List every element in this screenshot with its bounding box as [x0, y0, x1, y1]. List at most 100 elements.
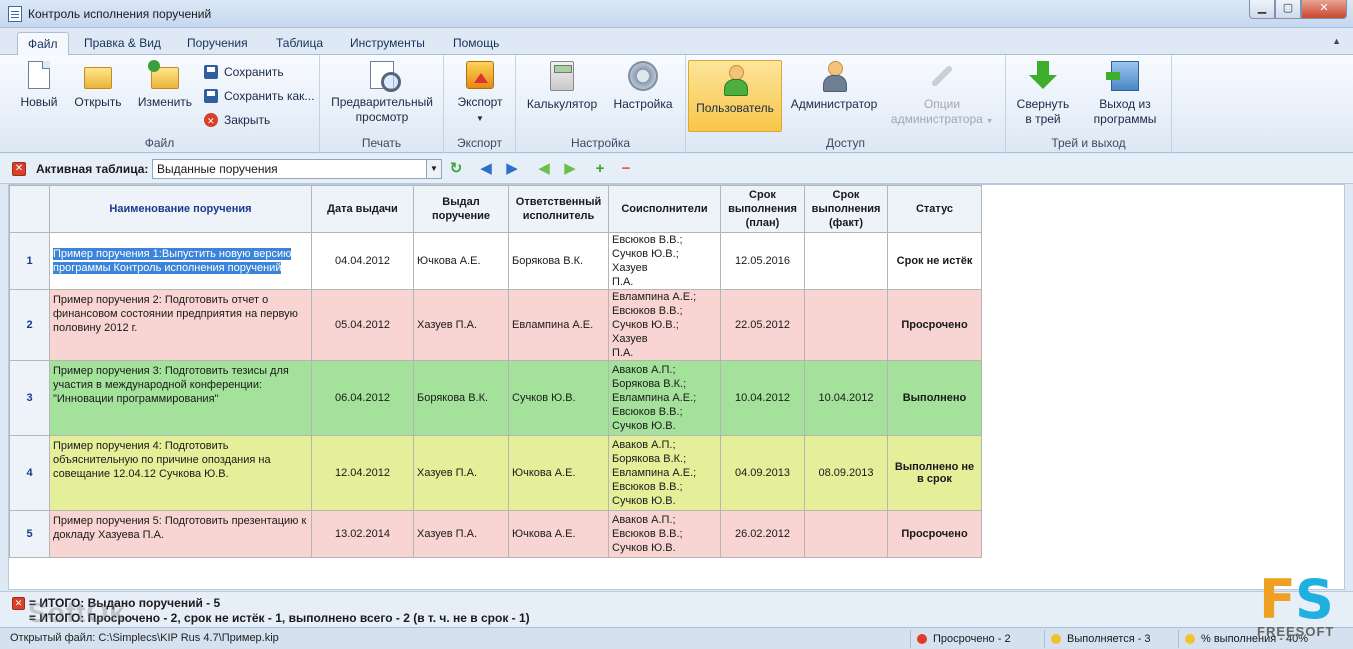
cell-deadline-fact[interactable]	[804, 510, 888, 558]
header-coexecutors[interactable]: Соисполнители	[608, 185, 721, 233]
cell-responsible[interactable]: Сучков Ю.В.	[508, 360, 609, 436]
cell-deadline-fact[interactable]: 10.04.2012	[804, 360, 888, 436]
maximize-button[interactable]: ▢	[1275, 0, 1301, 19]
header-name[interactable]: Наименование поручения	[49, 185, 312, 233]
save-as-button[interactable]: Сохранить как...	[204, 87, 314, 105]
close-file-button[interactable]: Закрыть	[204, 111, 270, 130]
header-deadline-fact[interactable]: Срок выполнения (факт)	[804, 185, 888, 233]
remove-row-icon[interactable]: −	[618, 161, 634, 177]
green-arrow-left-icon[interactable]: ◀	[536, 161, 552, 177]
print-preview-button[interactable]: Предварительный просмотр	[328, 61, 436, 125]
arrow-right-icon[interactable]: ▶	[504, 161, 520, 177]
row-number[interactable]: 2	[9, 289, 50, 361]
status-overdue-label: Просрочено - 2	[933, 633, 1011, 645]
exit-button[interactable]: Выход из программы	[1082, 61, 1168, 127]
table-row[interactable]: 3 Пример поручения 3: Подготовить тезисы…	[9, 360, 982, 436]
cell-deadline-plan[interactable]: 04.09.2013	[720, 435, 805, 511]
save-button[interactable]: Сохранить	[204, 63, 284, 81]
collapse-ribbon-icon[interactable]: ▲	[1332, 36, 1341, 46]
cell-name[interactable]: Пример поручения 2: Подготовить отчет о …	[49, 289, 312, 361]
refresh-icon[interactable]: ↻	[448, 161, 464, 177]
header-status[interactable]: Статус	[887, 185, 982, 233]
cell-status[interactable]: Выполнено не в срок	[887, 435, 982, 511]
cell-coexecutors[interactable]: Евсюков В.В.; Сучков Ю.В.; Хазуев П.А.	[608, 232, 721, 290]
group-file: Новый Открыть Изменить Сохранить Сохрани…	[0, 55, 320, 153]
wrench-icon	[927, 61, 957, 91]
header-responsible[interactable]: Ответственный исполнитель	[508, 185, 609, 233]
cell-deadline-plan[interactable]: 10.04.2012	[720, 360, 805, 436]
cell-deadline-fact[interactable]	[804, 232, 888, 290]
cell-responsible[interactable]: Евлампина А.Е.	[508, 289, 609, 361]
close-table-icon[interactable]: ✕	[12, 162, 26, 176]
row-number[interactable]: 5	[9, 510, 50, 558]
tab-table[interactable]: Таблица	[266, 32, 333, 55]
green-arrow-right-icon[interactable]: ▶	[562, 161, 578, 177]
cell-deadline-plan[interactable]: 12.05.2016	[720, 232, 805, 290]
arrow-left-icon[interactable]: ◀	[478, 161, 494, 177]
cell-issued-by[interactable]: Борякова В.К.	[413, 360, 509, 436]
chevron-down-icon[interactable]: ▼	[426, 160, 441, 178]
header-deadline-plan[interactable]: Срок выполнения (план)	[720, 185, 805, 233]
cell-issue-date[interactable]: 05.04.2012	[311, 289, 414, 361]
cell-status[interactable]: Просрочено	[887, 289, 982, 361]
table-row[interactable]: 1 Пример поручения 1:Выпустить новую вер…	[9, 232, 982, 290]
cell-responsible[interactable]: Ючкова А.Е.	[508, 435, 609, 511]
row-number[interactable]: 1	[9, 232, 50, 290]
cell-coexecutors[interactable]: Евлампина А.Е.; Евсюков В.В.; Сучков Ю.В…	[608, 289, 721, 361]
edit-button[interactable]: Изменить	[132, 60, 198, 110]
tab-help[interactable]: Помощь	[443, 32, 509, 55]
cell-status[interactable]: Выполнено	[887, 360, 982, 436]
cell-status[interactable]: Срок не истёк	[887, 232, 982, 290]
table-row[interactable]: 5 Пример поручения 5: Подготовить презен…	[9, 510, 982, 558]
cell-name[interactable]: Пример поручения 5: Подготовить презента…	[49, 510, 312, 558]
cell-deadline-plan[interactable]: 22.05.2012	[720, 289, 805, 361]
cell-status[interactable]: Просрочено	[887, 510, 982, 558]
settings-button[interactable]: Настройка	[608, 61, 678, 112]
header-issue-date[interactable]: Дата выдачи	[311, 185, 414, 233]
table-row[interactable]: 2 Пример поручения 2: Подготовить отчет …	[9, 289, 982, 361]
minimize-button[interactable]: ▁	[1249, 0, 1275, 19]
row-number[interactable]: 4	[9, 435, 50, 511]
cell-name[interactable]: Пример поручения 4: Подготовить объяснит…	[49, 435, 312, 511]
cell-coexecutors[interactable]: Аваков А.П.; Борякова В.К.; Евлампина А.…	[608, 435, 721, 511]
tab-assignments[interactable]: Поручения	[177, 32, 258, 55]
cell-responsible[interactable]: Ючкова А.Е.	[508, 510, 609, 558]
cell-issued-by[interactable]: Хазуев П.А.	[413, 510, 509, 558]
cell-responsible[interactable]: Борякова В.К.	[508, 232, 609, 290]
cell-deadline-fact[interactable]	[804, 289, 888, 361]
cell-issue-date[interactable]: 13.02.2014	[311, 510, 414, 558]
cell-issue-date[interactable]: 06.04.2012	[311, 360, 414, 436]
cell-deadline-fact[interactable]: 08.09.2013	[804, 435, 888, 511]
row-number[interactable]: 3	[9, 360, 50, 436]
cell-coexecutors[interactable]: Аваков А.П.; Евсюков В.В.; Сучков Ю.В.	[608, 510, 721, 558]
add-row-icon[interactable]: +	[592, 161, 608, 177]
name-line: Пример поручения 5: Подготовить презента…	[53, 515, 307, 527]
tab-edit-view[interactable]: Правка & Вид	[74, 32, 171, 55]
admin-options-button[interactable]: Опции администратора ▼	[888, 61, 996, 129]
cell-issued-by[interactable]: Хазуев П.А.	[413, 289, 509, 361]
cell-coexecutors[interactable]: Аваков А.П.; Борякова В.К.; Евлампина А.…	[608, 360, 721, 436]
cell-name[interactable]: Пример поручения 3: Подготовить тезисы д…	[49, 360, 312, 436]
cell-issued-by[interactable]: Хазуев П.А.	[413, 435, 509, 511]
cell-issue-date[interactable]: 04.04.2012	[311, 232, 414, 290]
cell-name[interactable]: Пример поручения 1:Выпустить новую верси…	[49, 232, 312, 290]
calculator-button[interactable]: Калькулятор	[522, 61, 602, 112]
table-row[interactable]: 4 Пример поручения 4: Подготовить объясн…	[9, 435, 982, 511]
admin-button[interactable]: Администратор	[788, 61, 880, 112]
close-totals-icon[interactable]: ✕	[12, 597, 25, 610]
cell-deadline-plan[interactable]: 26.02.2012	[720, 510, 805, 558]
active-table-bar: ✕ Активная таблица: Выданные поручения ▼…	[0, 154, 1353, 184]
name-line: "Инновации программирования"	[53, 393, 219, 405]
header-issued-by[interactable]: Выдал поручение	[413, 185, 509, 233]
new-button[interactable]: Новый	[14, 61, 64, 110]
cell-issued-by[interactable]: Ючкова А.Е.	[413, 232, 509, 290]
tab-tools[interactable]: Инструменты	[340, 32, 435, 55]
user-button[interactable]: Пользователь	[688, 60, 782, 132]
cell-issue-date[interactable]: 12.04.2012	[311, 435, 414, 511]
export-button[interactable]: Экспорт ▼	[450, 61, 510, 126]
tab-file[interactable]: Файл	[17, 32, 69, 56]
open-button[interactable]: Открыть	[70, 61, 126, 110]
active-table-select[interactable]: Выданные поручения ▼	[152, 159, 442, 179]
close-button[interactable]: ✕	[1301, 0, 1347, 19]
minimize-to-tray-button[interactable]: Свернуть в трей	[1012, 61, 1074, 127]
